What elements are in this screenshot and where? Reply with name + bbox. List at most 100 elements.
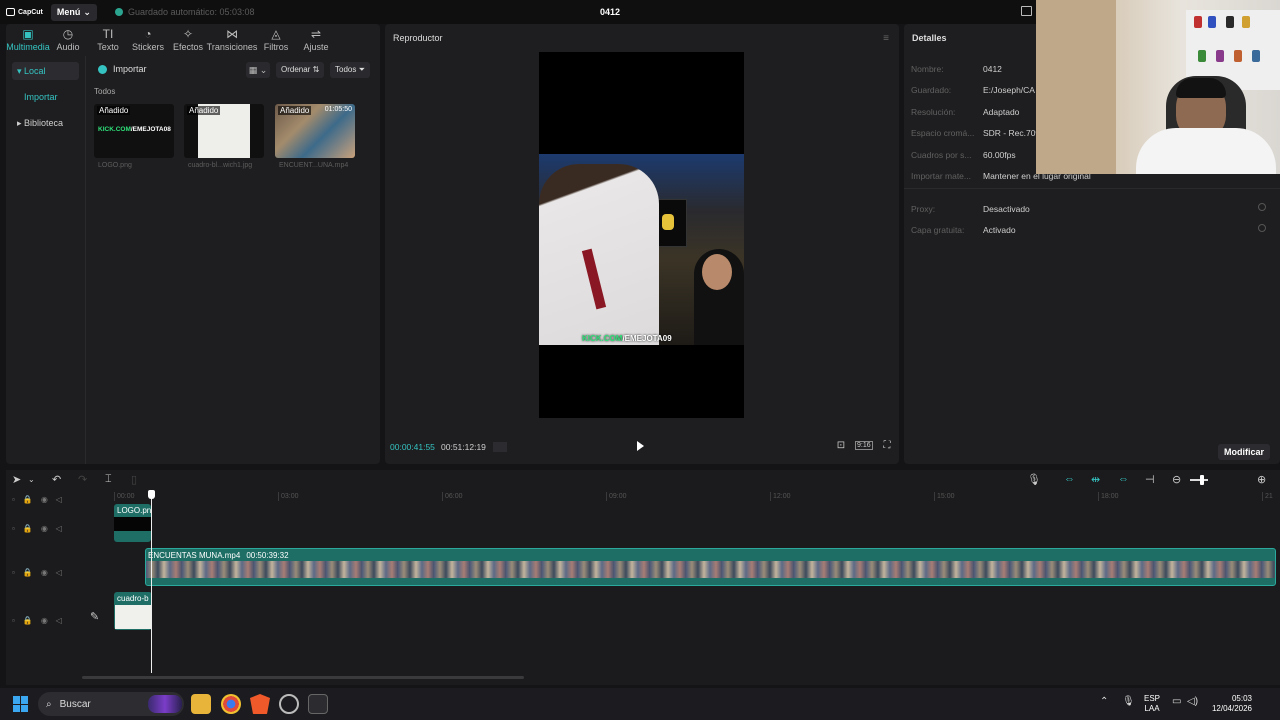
taskbar-search[interactable]: ⌕ Buscar [38, 692, 184, 716]
media-item-video[interactable]: Añadido 01:05:50 [275, 104, 355, 158]
clip-name: ENCUENTAS MUNA.mp4 [148, 551, 241, 560]
tab-filters[interactable]: ◬ Filtros [256, 24, 296, 56]
fit-screen-icon[interactable]: ⊡ [835, 440, 847, 452]
media-item-logo[interactable]: Añadido KICK.COM/EMEJOTA08 [94, 104, 174, 158]
sort-button[interactable]: Ordenar ⇅ [276, 62, 325, 78]
info-icon[interactable] [1258, 224, 1266, 232]
modify-button[interactable]: Modificar [1217, 444, 1270, 460]
tab-label: Audio [56, 42, 80, 52]
volume-icon[interactable]: ◁ [56, 616, 62, 625]
tab-multimedia[interactable]: ▣ Multimedia [6, 24, 50, 56]
zoom-slider[interactable] [1190, 479, 1208, 481]
speaker-icon[interactable]: ◁) [1187, 696, 1198, 707]
media-caption: LOGO.png [98, 162, 132, 169]
fullscreen-icon[interactable]: ⛶ [881, 440, 893, 452]
lock-icon[interactable]: 🔒 [23, 616, 33, 625]
taskbar-clock[interactable]: 05:03 12/04/2026 [1208, 694, 1252, 714]
eye-icon[interactable]: ◉ [41, 524, 48, 533]
file-explorer-icon[interactable] [191, 694, 211, 714]
horizontal-scrollbar[interactable] [82, 676, 524, 679]
menu-button[interactable]: Menú ⌄ [50, 3, 97, 21]
undo-icon[interactable]: ↶ [52, 473, 61, 486]
sort-label: Ordenar [281, 65, 311, 74]
split-icon[interactable]: ⌶ [105, 473, 112, 486]
current-time: 00:00:41:55 [390, 442, 435, 452]
webcam-overlay [1036, 0, 1280, 174]
tray-chevron-up-icon[interactable]: ⌃ [1100, 696, 1108, 707]
track-icon[interactable]: ▫ [12, 495, 15, 504]
volume-icon[interactable]: ◁ [56, 568, 62, 577]
magnet-icon[interactable]: ⇔ [1064, 473, 1075, 485]
search-placeholder: Buscar [59, 698, 91, 710]
nav-local[interactable]: ▾ Local [12, 62, 79, 80]
eye-icon[interactable]: ◉ [41, 495, 48, 504]
capcut-taskbar-icon[interactable] [308, 694, 328, 714]
playhead-line[interactable] [151, 490, 152, 673]
filter-button[interactable]: Todos ⏷ [330, 62, 370, 78]
delete-icon[interactable]: ▯ [131, 473, 137, 486]
tab-effects[interactable]: ✧ Efectos [168, 24, 208, 56]
nav-import[interactable]: Importar [12, 86, 79, 108]
chevron-down-icon[interactable]: ⌄ [28, 475, 35, 484]
text-icon: TI [102, 27, 114, 41]
timeline-ruler[interactable]: 00:00 03:00 06:00 09:00 12:00 15:00 18:0… [114, 491, 1280, 503]
track-icon[interactable]: ▫ [12, 524, 15, 533]
timeline-clip-white[interactable]: cuadro-b [114, 592, 152, 630]
media-item-white[interactable]: Añadido [184, 104, 264, 158]
aspect-ratio-button[interactable]: 9:16 [855, 441, 873, 450]
timecode-icon[interactable] [493, 442, 507, 452]
menu-label: Menú [56, 7, 81, 17]
play-icon[interactable] [637, 441, 644, 451]
lock-icon[interactable]: 🔒 [23, 495, 33, 504]
microphone-icon[interactable]: 🎙 [1122, 696, 1135, 707]
tab-text[interactable]: TI Texto [88, 24, 128, 56]
windows-start-icon[interactable] [13, 696, 29, 712]
import-button[interactable]: Importar [98, 64, 147, 74]
tab-transitions[interactable]: ⋈ Transiciones [207, 24, 258, 56]
nav-library[interactable]: ▸ Biblioteca [12, 114, 79, 132]
timeline-toolbar: ➤ ⌄ ↶ ↷ ⌶ ▯ 🎙 ⇔ ⇹ ⇔ ⊣ ⊖ ⊕ [6, 470, 1280, 490]
volume-icon[interactable]: ◁ [56, 524, 62, 533]
audio-icon: ◷ [62, 27, 74, 41]
zoom-out-icon[interactable]: ⊖ [1172, 473, 1181, 486]
track-icon[interactable]: ▫ [12, 616, 15, 625]
hamburger-icon[interactable]: ≡ [883, 33, 889, 44]
timeline-clip-logo[interactable]: LOGO.png [114, 504, 151, 542]
brave-icon[interactable] [250, 694, 270, 714]
redo-icon[interactable]: ↷ [78, 473, 87, 486]
align-icon[interactable]: ⊣ [1145, 473, 1155, 486]
tab-adjust[interactable]: ⇌ Ajuste [296, 24, 336, 56]
track-controls: ▫ 🔒 ◉ ◁ [12, 568, 62, 577]
tab-audio[interactable]: ◷ Audio [48, 24, 88, 56]
eye-icon[interactable]: ◉ [41, 616, 48, 625]
lock-icon[interactable]: 🔒 [23, 524, 33, 533]
sticker-icon: ◔ [144, 27, 152, 41]
grid-view-button[interactable]: ▦ ⌄ [246, 62, 270, 78]
track-controls: ▫ 🔒 ◉ ◁ [12, 524, 62, 533]
language-indicator[interactable]: ESP LAA [1144, 694, 1160, 714]
network-icon[interactable]: ▭ [1172, 696, 1181, 707]
clip-duration: 00:50:39:32 [246, 551, 289, 560]
timeline-clip-video[interactable]: ENCUENTAS MUNA.mp4 00:50:39:32 [145, 548, 1276, 586]
windows-taskbar: ⌕ Buscar ⌃ 🎙 ESP LAA ▭ ◁) 05:03 12/04/20… [0, 688, 1280, 720]
eye-icon[interactable]: ◉ [41, 568, 48, 577]
detail-row: Capa gratuita: Activado [911, 225, 1016, 235]
zoom-slider-thumb[interactable] [1200, 475, 1204, 485]
chrome-icon[interactable] [221, 694, 241, 714]
layout-icon[interactable] [1021, 6, 1032, 16]
zoom-in-icon[interactable]: ⊕ [1257, 473, 1266, 486]
preview-axis-icon[interactable]: ⇔ [1118, 473, 1129, 485]
effects-icon: ✧ [182, 27, 194, 41]
select-cursor-icon[interactable]: ➤ [12, 473, 21, 486]
volume-icon[interactable]: ◁ [56, 495, 62, 504]
obs-icon[interactable] [279, 694, 299, 714]
edit-pencil-icon[interactable]: ✎ [90, 610, 99, 623]
lock-icon[interactable]: 🔒 [23, 568, 33, 577]
tab-stickers[interactable]: ◔ Stickers [128, 24, 168, 56]
video-preview[interactable]: KICK.COM/EMEJOTA09 [539, 52, 744, 418]
playhead-handle[interactable] [148, 490, 155, 499]
microphone-icon[interactable]: 🎙 [1027, 473, 1041, 486]
track-icon[interactable]: ▫ [12, 568, 15, 577]
link-icon[interactable]: ⇹ [1091, 473, 1100, 486]
info-icon[interactable] [1258, 203, 1266, 211]
